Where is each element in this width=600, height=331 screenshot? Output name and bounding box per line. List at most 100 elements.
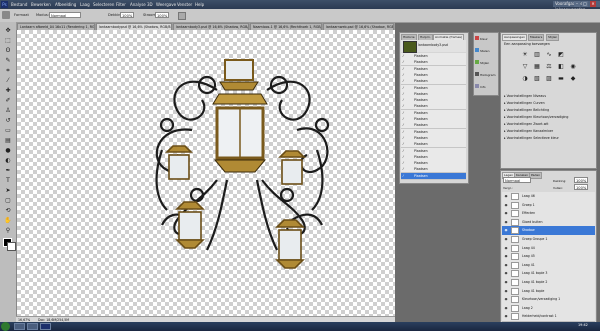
move-tool-icon[interactable]: ✥ — [3, 26, 13, 35]
tab-doc-2[interactable]: lantaarnbodypsd @ 16,6% (Shadow, RGB/8#)… — [96, 23, 172, 30]
tab-doc-4[interactable]: Naamloos-1 @ 16,6% (Rechthoek 1, RGB/8) — [250, 23, 322, 30]
snapshot-thumbnail — [403, 41, 417, 53]
healing-tool-icon[interactable]: ✚ — [3, 86, 13, 95]
visibility-eye-icon[interactable]: ◉ — [503, 312, 509, 321]
brush-tool-icon[interactable]: ✐ — [3, 96, 13, 105]
mode-label: Modus: — [36, 13, 49, 17]
adjustment-preset-item[interactable]: ▸ Voorinstellingen Kleurtoon/verzadiging — [504, 114, 592, 120]
gradient-map-icon[interactable]: ▬ — [557, 75, 565, 83]
photo-filter-icon[interactable]: ◉ — [569, 63, 577, 71]
animation-snapshot[interactable]: lantaarnbody3.psd — [401, 40, 466, 53]
pen-tool-icon[interactable]: ✒ — [3, 166, 13, 175]
adjustment-preset-item[interactable]: ▸ Voorinstellingen Selectieve kleur — [504, 135, 592, 141]
panel-info[interactable]: Info — [475, 82, 497, 93]
adjustment-preset-item[interactable]: ▸ Voorinstellingen Curven — [504, 100, 592, 106]
layer-opacity-field[interactable]: 100% — [574, 177, 588, 183]
menu-item-layer[interactable]: Laag — [80, 2, 90, 7]
blur-tool-icon[interactable]: ● — [3, 146, 13, 155]
menu-item-view[interactable]: Weergave — [156, 2, 176, 7]
tab-masks[interactable]: Maskers — [528, 34, 545, 41]
styles-icon — [475, 60, 479, 64]
marquee-tool-icon[interactable]: ⬚ — [3, 36, 13, 45]
tab-styles[interactable]: Stijlen — [546, 34, 560, 41]
panel-color[interactable]: Kleur — [475, 34, 497, 45]
menu-bar: Ps Bestand Bewerken Afbeelding Laag Sele… — [0, 0, 600, 12]
background-color-swatch[interactable] — [7, 242, 16, 251]
invert-icon[interactable]: ◑ — [521, 75, 529, 83]
tab-adjustments[interactable]: Aanpassingen — [502, 34, 528, 41]
crop-tool-icon[interactable]: ⌗ — [3, 66, 13, 75]
hand-tool-icon[interactable]: ✋ — [3, 216, 13, 225]
frame-row[interactable]: ⁄ Plaatsen — [401, 172, 466, 180]
taskbar-explorer-icon[interactable] — [14, 323, 25, 330]
quick-select-tool-icon[interactable]: ✎ — [3, 56, 13, 65]
brush-stroke-icon: ⁄ — [403, 60, 404, 65]
layer-row[interactable]: ◉ Helderheid/contrast 1 — [502, 312, 595, 322]
adjustment-preset-item[interactable]: ▸ Voorinstellingen Kanaalmixer — [504, 128, 592, 134]
layers-panel: Lagen Kanalen Paden Normaal Dekking: 100… — [500, 170, 597, 324]
layer-thumbnail — [511, 201, 519, 209]
maximize-icon[interactable]: □ — [582, 1, 588, 7]
adjustment-preset-label: Voorinstellingen Selectieve kleur — [506, 136, 559, 140]
menu-item-select[interactable]: Selecteren — [93, 2, 114, 7]
posterize-icon[interactable]: ▧ — [533, 75, 541, 83]
curves-icon[interactable]: ∿ — [545, 51, 553, 59]
brush-stroke-icon: ⁄ — [403, 173, 404, 178]
opacity-field[interactable]: 100% — [120, 12, 134, 18]
start-button-icon[interactable] — [1, 322, 10, 331]
brush-stroke-icon: ⁄ — [403, 129, 404, 134]
eraser-tool-icon[interactable]: ▭ — [3, 126, 13, 135]
history-brush-tool-icon[interactable]: ↺ — [3, 116, 13, 125]
menu-item-analysis[interactable]: Analyse — [130, 2, 146, 7]
threshold-icon[interactable]: ▨ — [545, 75, 553, 83]
close-icon[interactable]: ✕ — [590, 1, 596, 7]
menu-item-filter[interactable]: Filter — [116, 2, 126, 7]
fill-field[interactable]: 100% — [574, 184, 588, 190]
lasso-tool-icon[interactable]: ʘ — [3, 46, 13, 55]
snapshot-label: lantaarnbody3.psd — [418, 43, 448, 47]
menu-item-window[interactable]: Venster — [177, 2, 192, 7]
panel-histogram[interactable]: Histogram — [475, 70, 497, 81]
black-white-icon[interactable]: ◧ — [557, 63, 565, 71]
levels-icon[interactable]: ▥ — [533, 51, 541, 59]
airbrush-icon[interactable] — [178, 12, 186, 20]
adjustment-preset-item[interactable]: ▸ Voorinstellingen Belichting — [504, 107, 592, 113]
flow-field[interactable]: 100% — [155, 12, 169, 18]
eyedropper-tool-icon[interactable]: ⁄ — [3, 76, 13, 85]
taskbar-photoshop-icon[interactable] — [40, 323, 51, 330]
path-select-tool-icon[interactable]: ➤ — [3, 186, 13, 195]
hue-saturation-icon[interactable]: ▦ — [533, 63, 541, 71]
selective-color-icon[interactable]: ◆ — [569, 75, 577, 83]
mode-select[interactable]: Normaal — [49, 12, 81, 18]
tab-doc-3[interactable]: lantaarnbody3.psd @ 16,6% (Shadow, RGB/8… — [173, 23, 249, 30]
zoom-tool-icon[interactable]: ⚲ — [3, 226, 13, 235]
brush-tool-icon[interactable] — [2, 11, 10, 19]
blend-mode-select[interactable]: Normaal — [503, 177, 531, 183]
vibrance-icon[interactable]: ▽ — [521, 63, 529, 71]
menu-item-help[interactable]: Help — [195, 2, 204, 7]
tab-doc-1[interactable]: Lantaarn afbeeld_04 16x11 (Rendering 1, … — [17, 23, 95, 30]
tab-doc-5[interactable]: lantaarnweb.psd @ 16,6% (Shadow, RGB/8#) — [323, 23, 394, 30]
taskbar-browser-icon[interactable] — [27, 323, 38, 330]
3d-rotate-tool-icon[interactable]: ⟲ — [3, 206, 13, 215]
menu-item-edit[interactable]: Bewerken — [31, 2, 51, 7]
brush-stroke-icon: ⁄ — [403, 79, 404, 84]
brightness-icon[interactable]: ☀ — [521, 51, 529, 59]
dodge-tool-icon[interactable]: ◐ — [3, 156, 13, 165]
minimize-icon[interactable]: – — [574, 1, 580, 7]
panel-histogram-label: Histogram — [479, 73, 496, 77]
shape-tool-icon[interactable]: ▢ — [3, 196, 13, 205]
menu-item-3d[interactable]: 3D — [147, 2, 153, 7]
panel-swatches[interactable]: Stalen — [475, 46, 497, 57]
exposure-icon[interactable]: ◩ — [557, 51, 565, 59]
document-canvas[interactable] — [17, 30, 395, 316]
type-tool-icon[interactable]: T — [3, 176, 13, 185]
panel-styles[interactable]: Stijlen — [475, 58, 497, 69]
color-balance-icon[interactable]: ⚖ — [545, 63, 553, 71]
gradient-tool-icon[interactable]: ▤ — [3, 136, 13, 145]
adjustment-preset-item[interactable]: ▸ Voorinstellingen Zwart-wit — [504, 121, 592, 127]
menu-item-image[interactable]: Afbeelding — [55, 2, 76, 7]
menu-item-file[interactable]: Bestand — [11, 2, 27, 7]
clone-stamp-tool-icon[interactable]: ♙ — [3, 106, 13, 115]
adjustment-preset-item[interactable]: ▸ Voorinstellingen Niveaus — [504, 93, 592, 99]
